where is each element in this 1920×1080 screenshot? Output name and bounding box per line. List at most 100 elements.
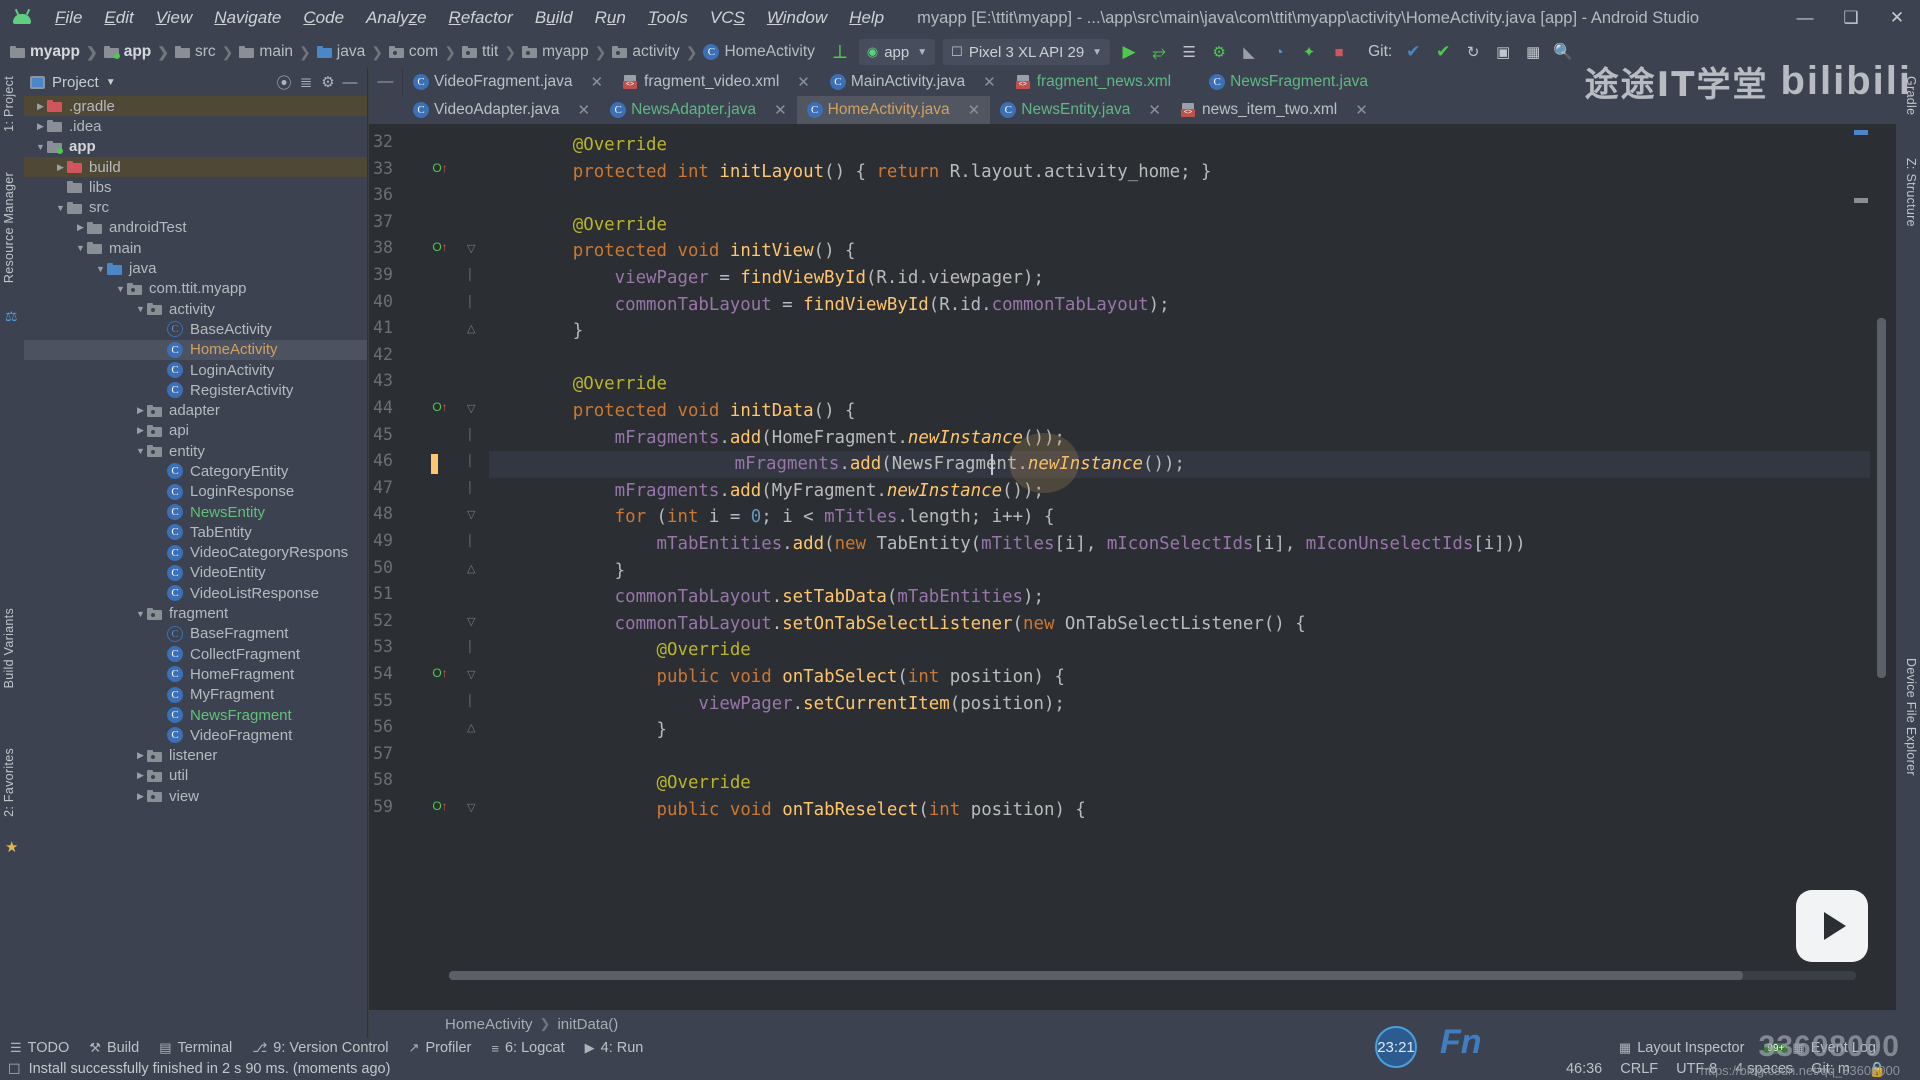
menu-edit[interactable]: Edit — [93, 0, 144, 36]
code-line[interactable]: mFragments.add(NewsFragment.newInstance(… — [489, 451, 1870, 478]
tree-item[interactable]: C VideoFragment — [24, 725, 367, 745]
code-line[interactable]: mTabEntities.add(new TabEntity(mTitles[i… — [489, 531, 1526, 558]
chevron-right-icon[interactable]: ▶ — [74, 222, 87, 233]
tree-item[interactable]: ▼ app — [24, 137, 367, 157]
toolwindow-project[interactable]: 1: Project — [2, 76, 22, 132]
editor-breadcrumb-bottom[interactable]: HomeActivity ❯ initData() — [369, 1010, 1896, 1038]
menu-tools[interactable]: Tools — [637, 0, 699, 36]
code-fold-handle[interactable]: △ — [467, 322, 475, 335]
editor-fold-column[interactable]: ▽ │ │ △ ▽ │ │ │ ▽ │ △ ▽ │ ▽ │ △ ▽ — [453, 124, 489, 1010]
close-tab-icon[interactable]: ✕ — [797, 73, 810, 91]
bottom-toolwindow-todo[interactable]: ☰ TODO — [0, 1040, 79, 1056]
menu-vcs[interactable]: VCS — [699, 0, 756, 36]
chevron-down-icon[interactable]: ▼ — [74, 243, 87, 253]
menu-run[interactable]: Run — [584, 0, 637, 36]
chevron-right-icon[interactable]: ▶ — [54, 162, 67, 173]
override-gutter-icon[interactable]: O↑ — [429, 666, 451, 680]
tree-item[interactable]: ▼ main — [24, 238, 367, 258]
override-gutter-icon[interactable]: O↑ — [429, 161, 451, 175]
code-fold-handle[interactable]: △ — [467, 562, 475, 575]
tree-item[interactable]: ▶ build — [24, 156, 367, 178]
bottom-toolwindow--run[interactable]: ▶ 4: Run — [575, 1040, 654, 1056]
tree-item[interactable]: ▶ .idea — [24, 116, 367, 136]
code-fold-handle[interactable]: │ — [467, 482, 474, 494]
close-tab-icon[interactable]: ✕ — [1148, 101, 1161, 119]
toolwindow-structure[interactable]: Z: Structure — [1898, 158, 1918, 227]
code-line[interactable]: mFragments.add(HomeFragment.newInstance(… — [489, 425, 1065, 452]
coverage-icon[interactable]: ✦ — [1296, 39, 1322, 65]
editor-tab[interactable]: <> news_item_two.xml ✕ — [1171, 96, 1378, 124]
stop-icon[interactable]: ■ — [1326, 39, 1352, 65]
code-fold-handle[interactable]: │ — [467, 269, 474, 281]
editor-tab[interactable]: <> fragment_video.xml ✕ — [613, 68, 820, 96]
editor-tab[interactable]: C NewsEntity.java ✕ — [990, 96, 1171, 124]
tree-item[interactable]: ▶ util — [24, 766, 367, 786]
menu-navigate[interactable]: Navigate — [203, 0, 292, 36]
editor-body[interactable]: 32 33 O↑ 36 37 38 O↑ 39 40 41 42 43 44 O↑ 45 46 47 48 49 50… — [369, 124, 1896, 1010]
tree-item[interactable]: C LoginActivity — [24, 360, 367, 380]
breadcrumb-item-app[interactable]: app ❯ — [103, 43, 175, 61]
editor-tab[interactable]: <> fragment_news.xml — [1006, 68, 1199, 96]
debug-icon[interactable]: ⥂ — [1146, 39, 1172, 65]
code-fold-handle[interactable]: ▽ — [467, 615, 475, 628]
menu-code[interactable]: Code — [292, 0, 355, 36]
tree-item[interactable]: ▶ view — [24, 786, 367, 806]
chevron-down-icon[interactable]: ▼ — [134, 446, 147, 456]
chevron-right-icon[interactable]: ▶ — [34, 121, 47, 132]
breadcrumb-item-java[interactable]: java ❯ — [316, 43, 389, 61]
editor-horizontal-scrollbar[interactable] — [449, 971, 1856, 980]
code-line[interactable]: @Override — [489, 371, 667, 398]
editor-tab[interactable]: C MainActivity.java ✕ — [820, 68, 1006, 96]
code-line[interactable]: } — [489, 318, 583, 345]
close-tab-icon[interactable]: ✕ — [968, 101, 981, 119]
close-tab-icon[interactable]: ✕ — [578, 101, 591, 119]
code-line[interactable]: } — [489, 717, 667, 744]
tree-item[interactable]: ▼ entity — [24, 441, 367, 461]
code-fold-handle[interactable]: ▽ — [467, 508, 475, 521]
bottom-toolwindow-layout-inspector[interactable]: ▦ Layout Inspector — [1609, 1040, 1755, 1056]
bottom-toolwindow--version-control[interactable]: ⎇ 9: Version Control — [242, 1040, 398, 1056]
override-gutter-icon[interactable]: O↑ — [429, 240, 451, 254]
chevron-right-icon[interactable]: ▶ — [134, 750, 147, 761]
code-fold-handle[interactable]: │ — [467, 641, 474, 653]
toolwindow-build-variants[interactable]: Build Variants — [2, 608, 22, 688]
breadcrumb-item-myapp[interactable]: myapp ❯ — [522, 43, 612, 61]
code-fold-handle[interactable]: │ — [467, 296, 474, 308]
tree-item[interactable]: ▼ fragment — [24, 603, 367, 623]
code-fold-handle[interactable]: ▽ — [467, 668, 475, 681]
menu-analyze[interactable]: Analyze — [355, 0, 438, 36]
tree-item[interactable]: C CategoryEntity — [24, 461, 367, 481]
close-tab-icon[interactable]: ✕ — [774, 101, 787, 119]
tree-item[interactable]: C TabEntity — [24, 522, 367, 542]
close-tab-icon[interactable]: ✕ — [1355, 101, 1368, 119]
tree-item[interactable]: C NewsFragment — [24, 705, 367, 725]
tree-item[interactable]: ▼ java — [24, 258, 367, 278]
attach-debugger-icon[interactable]: ◣ — [1236, 39, 1262, 65]
tree-item[interactable]: ▶ .gradle — [24, 96, 367, 117]
apply-changes-icon[interactable]: ☰ — [1176, 39, 1202, 65]
menu-help[interactable]: Help — [838, 0, 895, 36]
caret-position[interactable]: 46:36 — [1557, 1061, 1611, 1077]
breadcrumb-item-src[interactable]: src ❯ — [175, 43, 239, 61]
code-line[interactable]: commonTabLayout = findViewById(R.id.comm… — [489, 292, 1170, 319]
chevron-down-icon[interactable]: ▼ — [114, 284, 127, 294]
editor-vertical-scrollbar[interactable] — [1877, 128, 1886, 1006]
tree-item[interactable]: ▶ listener — [24, 746, 367, 766]
chevron-right-icon[interactable]: ▶ — [134, 770, 147, 781]
chevron-down-icon[interactable]: ▼ — [106, 77, 116, 88]
window-controls[interactable]: — ❑ ✕ — [1782, 0, 1920, 36]
editor-tab[interactable]: C NewsFragment.java — [1199, 68, 1396, 96]
navigate-up-icon[interactable]: ⟂ — [827, 39, 853, 65]
code-line[interactable]: commonTabLayout.setOnTabSelectListener(n… — [489, 611, 1306, 638]
tree-item[interactable]: C NewsEntity — [24, 502, 367, 522]
code-line[interactable]: commonTabLayout.setTabData(mTabEntities)… — [489, 584, 1044, 611]
breadcrumb-item-com[interactable]: com ❯ — [388, 43, 462, 61]
tree-item[interactable]: ▼ activity — [24, 299, 367, 319]
code-line[interactable]: public void onTabSelect(int position) { — [489, 664, 1065, 691]
toolwindow-device-file-explorer[interactable]: Device File Explorer — [1898, 658, 1918, 776]
breadcrumb-item-homeactivity[interactable]: C HomeActivity — [703, 43, 815, 61]
breadcrumb-item-ttit[interactable]: ttit ❯ — [461, 43, 522, 61]
bottom-toolwindow--logcat[interactable]: ≡ 6: Logcat — [481, 1040, 574, 1056]
tree-item[interactable]: C BaseActivity — [24, 319, 367, 339]
code-line[interactable]: viewPager.setCurrentItem(position); — [489, 691, 1064, 718]
